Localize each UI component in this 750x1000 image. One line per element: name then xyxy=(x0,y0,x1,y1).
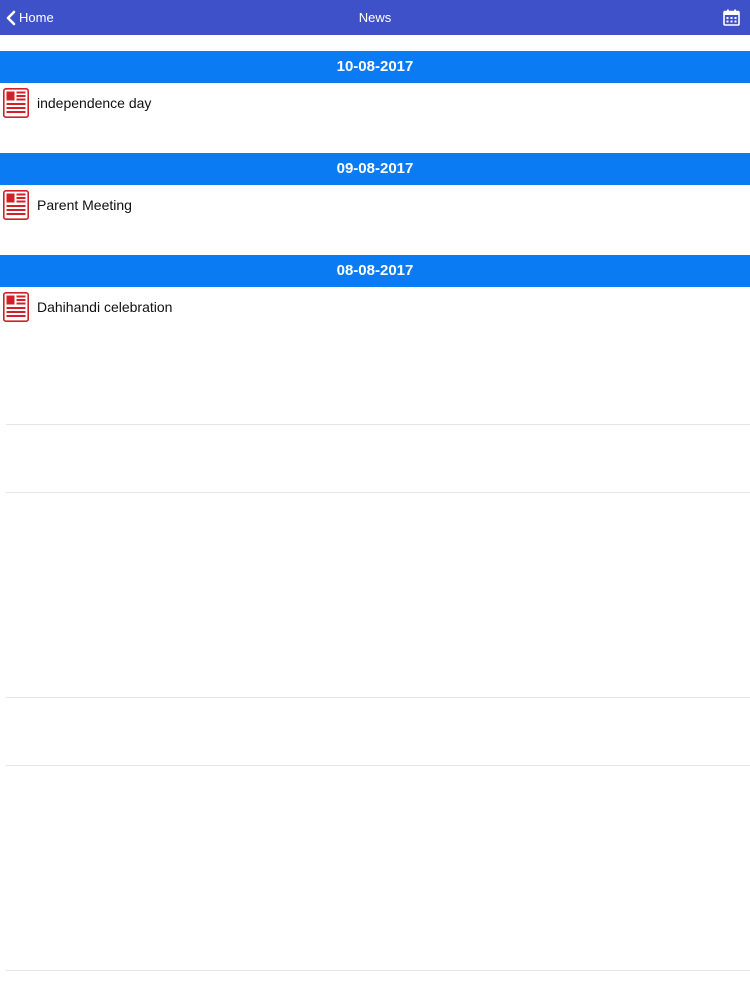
news-item[interactable]: Parent Meeting xyxy=(0,185,750,225)
back-button[interactable]: Home xyxy=(4,0,54,35)
news-list: 10-08-2017 independence day 09-08-2017 P… xyxy=(0,51,750,357)
news-section: 09-08-2017 Parent Meeting xyxy=(0,153,750,255)
chevron-left-icon xyxy=(6,10,16,25)
navigation-bar: Home News xyxy=(0,0,750,35)
back-button-label: Home xyxy=(19,10,54,25)
newspaper-icon xyxy=(3,190,29,220)
list-divider xyxy=(6,492,750,493)
list-divider xyxy=(6,970,750,971)
list-divider xyxy=(6,424,750,425)
page-title: News xyxy=(358,10,392,25)
section-date-header: 09-08-2017 xyxy=(0,153,750,185)
news-item[interactable]: Dahihandi celebration xyxy=(0,287,750,327)
news-title: independence day xyxy=(37,95,152,111)
newspaper-icon xyxy=(3,88,29,118)
list-divider xyxy=(6,765,750,766)
list-divider xyxy=(6,697,750,698)
news-item[interactable]: independence day xyxy=(0,83,750,123)
section-date-header: 08-08-2017 xyxy=(0,255,750,287)
news-title: Parent Meeting xyxy=(37,197,132,213)
news-section: 10-08-2017 independence day xyxy=(0,51,750,153)
news-title: Dahihandi celebration xyxy=(37,299,173,315)
calendar-icon[interactable] xyxy=(723,9,740,26)
newspaper-icon xyxy=(3,292,29,322)
section-date-header: 10-08-2017 xyxy=(0,51,750,83)
news-section: 08-08-2017 Dahihandi celebration xyxy=(0,255,750,357)
